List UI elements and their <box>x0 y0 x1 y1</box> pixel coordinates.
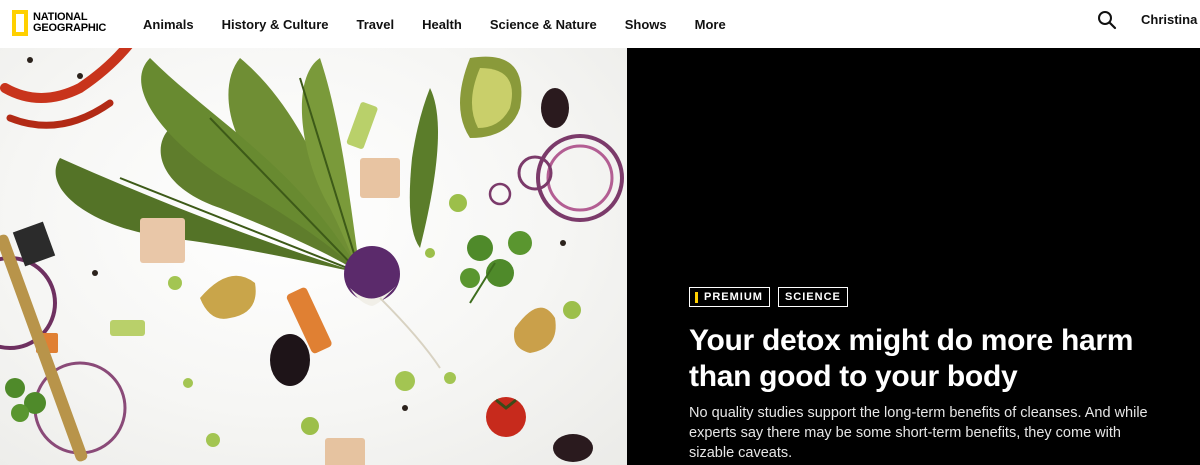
pastry-brush <box>0 221 88 462</box>
shallot <box>514 307 556 353</box>
premium-accent-icon <box>695 291 698 303</box>
black-olive <box>270 334 310 386</box>
science-badge[interactable]: Science <box>777 287 848 307</box>
red-pepper-slice <box>0 48 133 103</box>
pea-pod <box>409 88 438 248</box>
shallot <box>200 275 256 319</box>
nav-item-science-nature[interactable]: Science & Nature <box>490 17 597 32</box>
red-pepper-slice <box>6 99 114 129</box>
user-account-link[interactable]: Christina <box>1141 12 1197 27</box>
celery-piece <box>346 102 378 149</box>
olive <box>553 434 593 462</box>
search-button[interactable] <box>1097 10 1117 30</box>
kalamata-olive <box>541 88 569 128</box>
nav-item-shows[interactable]: Shows <box>625 17 667 32</box>
tofu-cube <box>360 158 400 198</box>
cilantro-sprig <box>460 231 532 304</box>
cherry-tomato <box>486 397 526 437</box>
turnip-root <box>379 297 441 369</box>
premium-badge-label: Premium <box>704 291 763 303</box>
nav-item-more[interactable]: More <box>695 17 726 32</box>
national-geographic-logo[interactable]: National Geographic <box>12 4 106 42</box>
article-dek: No quality studies support the long-term… <box>689 405 1148 461</box>
nav-item-animals[interactable]: Animals <box>143 17 194 32</box>
tofu-cube <box>140 218 185 263</box>
tofu-cube <box>325 438 365 465</box>
edamame <box>449 194 467 212</box>
vegetables-illustration <box>0 48 624 465</box>
turnip-greens <box>55 58 361 274</box>
top-navigation-bar: National Geographic Animals History & Cu… <box>0 0 1200 48</box>
science-badge-label: Science <box>784 291 841 303</box>
article-promo-panel[interactable]: Premium Science Your detox might do more… <box>627 48 1200 465</box>
yellow-frame-icon <box>12 10 28 36</box>
premium-badge: Premium <box>689 287 770 307</box>
hero-image[interactable] <box>0 48 627 465</box>
nav-item-health[interactable]: Health <box>422 17 462 32</box>
turnip <box>344 246 400 302</box>
article-headline[interactable]: Your detox might do more harm than good … <box>689 323 1169 395</box>
article-tags: Premium Science <box>689 287 856 307</box>
logo-line-2: Geographic <box>33 22 107 34</box>
logo-wordmark: National Geographic <box>33 12 106 34</box>
search-icon <box>1098 11 1117 30</box>
main-nav: Animals History & Culture Travel Health … <box>143 0 754 48</box>
nav-item-travel[interactable]: Travel <box>356 17 394 32</box>
nav-item-history-culture[interactable]: History & Culture <box>222 17 329 32</box>
